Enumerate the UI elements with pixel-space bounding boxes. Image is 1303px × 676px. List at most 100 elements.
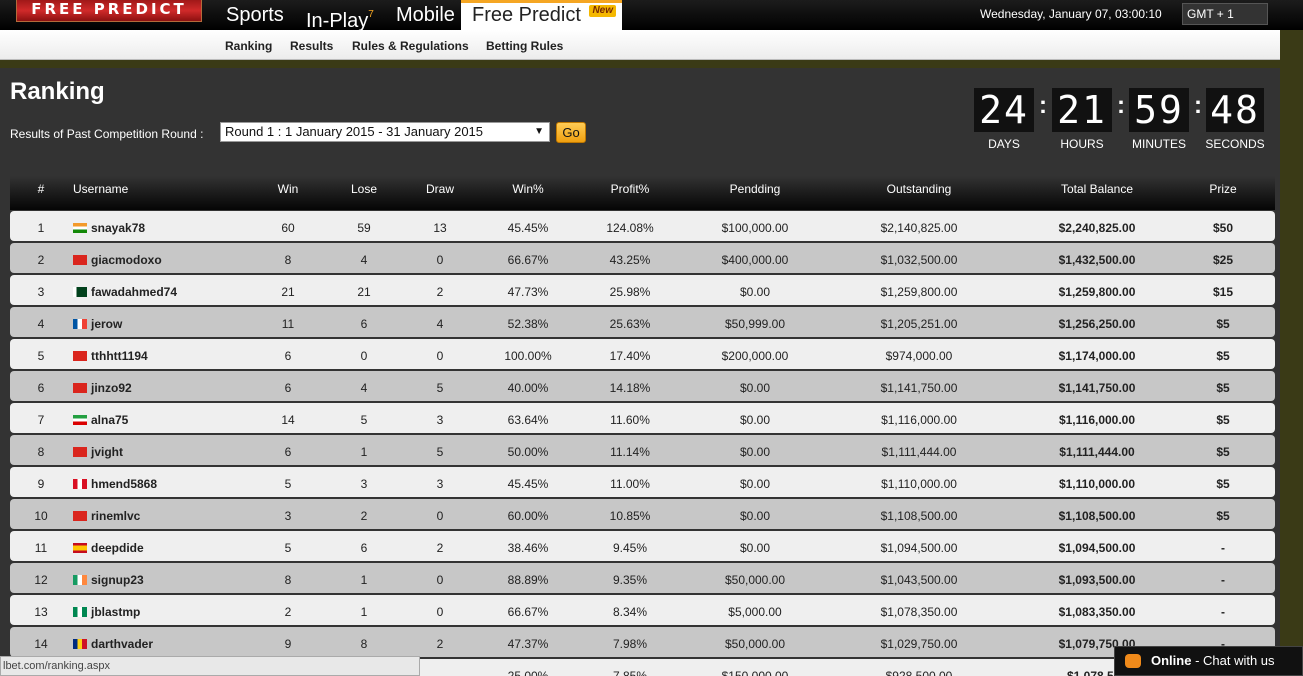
table-row: 5 6 0 0 100.00% 17.40% $200,000.00 $974,000.00 $… [10, 339, 1275, 369]
country-flag-icon [73, 447, 87, 457]
username-text: tthhtt1194 [91, 349, 148, 363]
cell-username[interactable]: deepdide [73, 541, 144, 555]
col-total-balance: Total Balance [1060, 182, 1134, 196]
cell-lose: 6 [360, 541, 368, 555]
cell-winpct: 25.00% [507, 669, 549, 676]
cell-lose: 0 [360, 349, 368, 363]
go-button[interactable]: Go [556, 122, 586, 143]
cell-lose: 1 [360, 573, 368, 587]
chat-status: Online [1151, 653, 1192, 668]
cell-pending: $50,000.00 [724, 637, 786, 651]
cell-prize: - [1221, 541, 1225, 555]
subnav-betting-rules[interactable]: Betting Rules [486, 39, 563, 53]
cell-username[interactable]: jerow [73, 317, 122, 331]
free-predict-logo[interactable]: FREE PREDICT [16, 0, 202, 22]
cell-total: $1,256,250.00 [1058, 317, 1136, 331]
cell-username[interactable]: snayak78 [73, 221, 145, 235]
current-datetime: Wednesday, January 07, 03:00:10 [980, 7, 1162, 21]
timezone-select[interactable]: GMT + 1 [1182, 3, 1268, 25]
col-win-pct: Win% [512, 182, 544, 196]
cell-winpct: 47.73% [507, 285, 549, 299]
table-row: 1 60 59 13 45.45% 124.08% $100,000.00 $2,140,82… [10, 211, 1275, 241]
live-chat-button[interactable]: Online - Chat with us [1114, 646, 1303, 676]
username-text: jblastmp [91, 605, 141, 619]
cell-prize: $5 [1216, 317, 1230, 331]
countdown-separator: : [1117, 92, 1125, 119]
cell-pending: $100,000.00 [721, 221, 789, 235]
cell-winpct: 47.37% [507, 637, 549, 651]
cell-profit: 10.85% [609, 509, 651, 523]
username-text: snayak78 [91, 221, 146, 235]
cell-prize: $5 [1216, 413, 1230, 427]
cell-winpct: 38.46% [507, 541, 549, 555]
cell-winpct: 45.45% [507, 221, 549, 235]
col-draw: Draw [425, 182, 454, 196]
cell-win: 60 [281, 221, 295, 235]
cell-win: 6 [284, 445, 292, 459]
cell-username[interactable]: jvight [73, 445, 123, 459]
cell-username[interactable]: jblastmp [73, 605, 140, 619]
cell-username[interactable]: hmend5868 [73, 477, 157, 491]
cell-profit: 17.40% [609, 349, 651, 363]
nav-tab-mobile[interactable]: Mobile [396, 0, 455, 30]
cell-prize: $5 [1216, 477, 1230, 491]
countdown-seconds: 48 [1206, 88, 1264, 132]
cell-outstanding: $1,078,350.00 [880, 605, 958, 619]
new-badge: New [589, 5, 616, 17]
subnav-rules-regulations[interactable]: Rules & Regulations [352, 39, 469, 53]
table-row: 3 21 21 2 47.73% 25.98% $0.00 $1,259,800.00 $1,2… [10, 275, 1275, 305]
table-row: 6 6 4 5 40.00% 14.18% $0.00 $1,141,750.00 $1,141… [10, 371, 1275, 401]
nav-tab-in-play[interactable]: In-Play7 [306, 0, 374, 32]
cell-draw: 2 [436, 637, 444, 651]
nav-tab-sports[interactable]: Sports [226, 0, 284, 30]
cell-username[interactable]: tthhtt1194 [73, 349, 148, 363]
cell-profit: 11.60% [610, 413, 650, 427]
cell-win: 6 [284, 349, 292, 363]
ranking-table-header: # Username Win Lose Draw Win% Profit% Pe… [10, 176, 1275, 210]
countdown-minutes-label: MINUTES [1132, 137, 1186, 151]
cell-win: 9 [284, 637, 292, 651]
subnav-results[interactable]: Results [290, 39, 333, 53]
cell-username[interactable]: rinemlvc [73, 509, 140, 523]
nav-tab-label: Sports [226, 4, 284, 26]
country-flag-icon [73, 383, 87, 393]
cell-rank: 11 [34, 541, 48, 555]
cell-win: 11 [281, 317, 295, 331]
country-flag-icon [73, 479, 87, 489]
round-select[interactable]: Round 1 : 1 January 2015 - 31 January 20… [220, 122, 550, 142]
cell-username[interactable]: fawadahmed74 [73, 285, 177, 299]
country-flag-icon [73, 223, 87, 233]
cell-draw: 3 [436, 477, 444, 491]
cell-outstanding: $1,205,251.00 [880, 317, 958, 331]
cell-lose: 1 [360, 445, 368, 459]
cell-rank: 8 [37, 445, 45, 459]
cell-prize: $25 [1212, 253, 1234, 267]
cell-draw: 5 [436, 381, 444, 395]
username-text: jvight [91, 445, 123, 459]
username-text: giacmodoxo [91, 253, 162, 267]
cell-draw: 0 [436, 253, 444, 267]
cell-winpct: 88.89% [507, 573, 549, 587]
cell-draw: 2 [436, 541, 444, 555]
username-text: darthvader [91, 637, 154, 651]
cell-total: $1,083,350.00 [1058, 605, 1136, 619]
in-play-count-badge: 7 [368, 9, 374, 20]
cell-draw: 3 [436, 413, 444, 427]
table-row: 4 11 6 4 52.38% 25.63% $50,999.00 $1,205,251.00… [10, 307, 1275, 337]
subnav-ranking[interactable]: Ranking [225, 39, 272, 53]
cell-outstanding: $1,043,500.00 [880, 573, 958, 587]
nav-tab-label: Mobile [396, 4, 455, 26]
cell-draw: 0 [436, 605, 444, 619]
country-flag-icon [73, 287, 87, 297]
col-prize: Prize [1209, 182, 1237, 196]
cell-username[interactable]: jinzo92 [73, 381, 132, 395]
cell-profit: 9.35% [612, 573, 648, 587]
cell-total: $1,141,750.00 [1058, 381, 1136, 395]
cell-username[interactable]: giacmodoxo [73, 253, 162, 267]
cell-username[interactable]: darthvader [73, 637, 153, 651]
cell-username[interactable]: signup23 [73, 573, 144, 587]
table-row: 10 3 2 0 60.00% 10.85% $0.00 $1,108,500.00 $1,10… [10, 499, 1275, 529]
cell-username[interactable]: alna75 [73, 413, 128, 427]
cell-draw: 0 [436, 509, 444, 523]
nav-tab-free-predict[interactable]: Free Predict New [461, 0, 622, 30]
